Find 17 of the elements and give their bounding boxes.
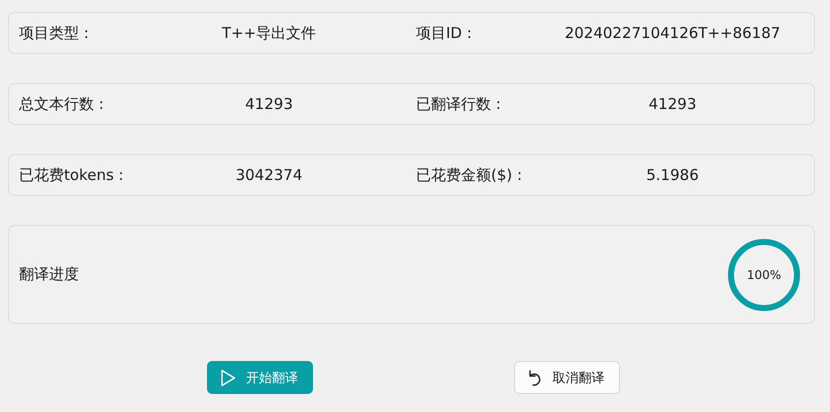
field-value: 3042374 — [234, 166, 304, 184]
field-label: 项目ID : — [415, 24, 473, 42]
cancel-button[interactable]: 取消翻译 — [514, 361, 620, 394]
field-value: 20240227104126T++86187 — [564, 24, 782, 42]
field-label: 已花费tokens : — [19, 166, 125, 184]
field-value: 5.1986 — [645, 166, 700, 184]
field-label: 已花费金额($) : — [415, 166, 524, 184]
field-label: 总文本行数 : — [19, 94, 105, 114]
progress-reading: 100% — [746, 268, 782, 282]
field-label: 项目类型 : — [19, 24, 90, 42]
field-value: 41293 — [648, 95, 698, 113]
field-label: 已翻译行数 : — [415, 94, 502, 114]
play-icon — [220, 368, 236, 386]
field-value: 41293 — [244, 95, 294, 113]
field-value: T++导出文件 — [220, 24, 318, 42]
progress-label: 翻译进度 — [19, 265, 79, 284]
undo-icon — [526, 368, 542, 386]
